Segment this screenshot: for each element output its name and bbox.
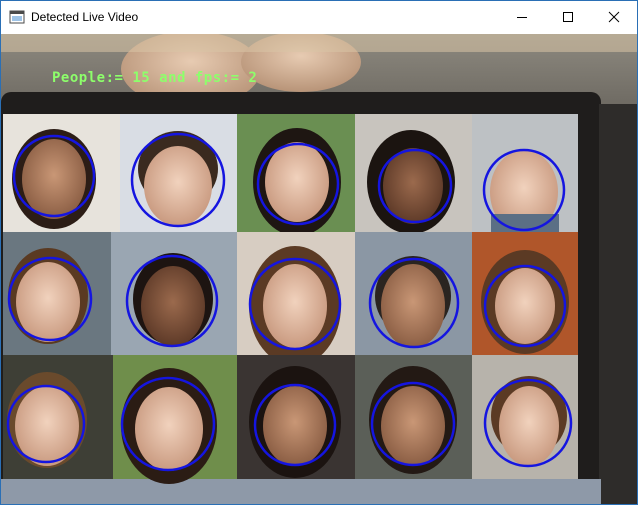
app-window: Detected Live Video People:= 15 and fps:… xyxy=(0,0,638,505)
close-button[interactable] xyxy=(591,1,637,33)
video-frame: People:= 15 and fps:= 2 xyxy=(1,34,637,504)
phone-bezel-bottom xyxy=(1,479,601,504)
title-bar[interactable]: Detected Live Video xyxy=(1,1,637,33)
minimize-button[interactable] xyxy=(499,1,545,33)
window-controls xyxy=(499,1,637,33)
wall xyxy=(1,34,637,52)
close-icon xyxy=(608,11,620,23)
minimize-icon xyxy=(517,17,527,18)
app-icon xyxy=(9,10,25,24)
phone-edge xyxy=(599,104,637,504)
maximize-button[interactable] xyxy=(545,1,591,33)
detection-overlay-text: People:= 15 and fps:= 2 xyxy=(52,70,258,86)
maximize-icon xyxy=(563,12,573,22)
photo-grid xyxy=(3,114,578,484)
window-title: Detected Live Video xyxy=(31,10,139,24)
camera-scene xyxy=(1,34,637,504)
